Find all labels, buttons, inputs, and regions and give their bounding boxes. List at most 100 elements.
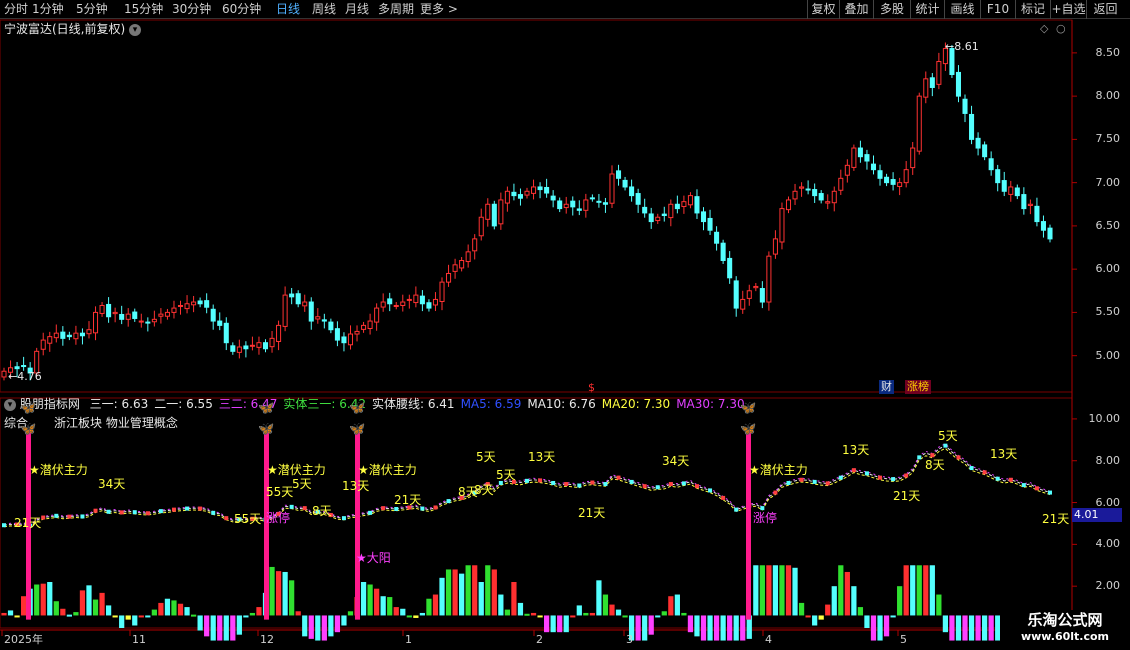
histogram-bar (517, 602, 524, 616)
indicator-value: 二一: 6.55 (154, 397, 213, 411)
main-y-tick-label: 8.50 (1095, 45, 1121, 59)
candle-body (380, 301, 386, 308)
indicator-value: 三一: 6.63 (89, 397, 149, 411)
chevron-down-icon[interactable]: ▾ (129, 23, 142, 36)
histogram-bar (524, 613, 530, 616)
main-y-tick-label: 8.00 (1095, 89, 1121, 103)
candle-body (720, 242, 726, 262)
day-count-label: 13天 (990, 447, 1018, 462)
histogram-bar (230, 615, 236, 641)
ind-line-yellow (3, 447, 1051, 528)
histogram-bar (792, 567, 798, 616)
period-tab-4[interactable]: 30分钟 (172, 2, 211, 17)
main-y-tick-label: 7.00 (1095, 175, 1121, 189)
ind-mini-candle (734, 507, 739, 512)
period-tab-3[interactable]: 15分钟 (124, 2, 163, 17)
butterfly-icon: 🦋 (258, 422, 275, 438)
toolbar-button-0[interactable]: 复权 (807, 0, 839, 19)
histogram-bar (465, 565, 471, 616)
period-tab-8[interactable]: 月线 (345, 2, 369, 17)
butterfly-icon: 🦋 (349, 422, 366, 438)
histogram-bar (740, 615, 746, 641)
indicator-value: MA10: 6.76 (527, 397, 596, 411)
candle-body (92, 311, 99, 334)
ind-mini-candle (171, 507, 176, 512)
toolbar-button-3[interactable]: 统计 (910, 0, 944, 19)
candle-body (171, 307, 177, 313)
period-tab-7[interactable]: 周线 (312, 2, 336, 17)
histogram-bar (92, 599, 99, 616)
candle-body (354, 330, 360, 335)
histogram-bar (563, 615, 569, 633)
stock-title[interactable]: 宁波富达(日线,前复权) ▾ (4, 22, 142, 36)
current-value-badge: 4.01 (1072, 508, 1122, 522)
ind-mini-candle (158, 509, 163, 514)
candle-body (740, 298, 746, 310)
candle-body (851, 147, 857, 168)
toolbar-button-8[interactable]: 返回 (1086, 0, 1124, 19)
candle-body (583, 199, 589, 211)
settings-circle-icon[interactable]: ○ (1056, 22, 1066, 36)
candle-body (975, 137, 981, 149)
toolbar-button-4[interactable]: 画线 (944, 0, 980, 19)
limit-up-rank-marker[interactable]: 涨榜 (905, 380, 931, 394)
histogram-bar (727, 615, 733, 641)
candle-body (524, 190, 530, 196)
histogram-bar (7, 610, 14, 616)
histogram-bar (20, 596, 27, 616)
toolbar-button-1[interactable]: 叠加 (839, 0, 873, 19)
ind-mini-candle (145, 511, 150, 516)
finance-marker[interactable]: 财 (879, 380, 894, 394)
butterfly-icon: 🦋 (20, 401, 37, 417)
signal-label: ★潜伏主力 (29, 462, 88, 477)
main-y-tick-label: 6.00 (1095, 262, 1121, 276)
candle-body (249, 344, 255, 347)
candle-body (936, 61, 942, 85)
histogram-bar (393, 607, 399, 616)
histogram-bar (609, 604, 615, 616)
histogram-bar (870, 615, 877, 641)
histogram-bar (864, 615, 870, 628)
period-tab-10[interactable]: 更多 > (420, 2, 458, 17)
candle-body (727, 257, 733, 279)
candle-body (269, 337, 275, 348)
candle-body (825, 201, 831, 204)
diamond-icon[interactable]: ◇ (1040, 22, 1048, 36)
candle-body (694, 196, 700, 214)
histogram-bar (825, 604, 831, 616)
period-tab-9[interactable]: 多周期 (378, 2, 414, 17)
period-tab-1[interactable]: 1分钟 (32, 2, 64, 17)
day-count-label: 13天 (528, 449, 556, 464)
ind-mini-candle (838, 475, 843, 480)
histogram-bar (40, 583, 46, 616)
candle-body (969, 113, 975, 140)
ind-mini-candle (799, 477, 804, 482)
toolbar-button-7[interactable]: +自选 (1050, 0, 1086, 19)
ind-y-tick-label: 10.00 (1088, 411, 1121, 425)
histogram-bar (622, 615, 628, 618)
toolbar-button-6[interactable]: 标记 (1015, 0, 1050, 19)
candle-body (308, 301, 314, 322)
candle-body (622, 179, 628, 188)
ind-mini-candle (956, 455, 961, 460)
chevron-down-icon[interactable]: ▾ (4, 398, 16, 411)
period-tab-0[interactable]: 分时 (4, 2, 28, 17)
candle-body (164, 311, 170, 317)
candle-body (857, 147, 863, 158)
histogram-bar (73, 612, 79, 616)
period-tab-5[interactable]: 60分钟 (222, 2, 261, 17)
ind-mini-candle (721, 495, 726, 500)
histogram-bar (713, 615, 720, 641)
indicator-value: MA5: 6.59 (460, 397, 522, 411)
period-tab-6[interactable]: 日线 (276, 2, 300, 17)
ind-mini-candle (67, 514, 72, 519)
toolbar-button-5[interactable]: F10 (980, 0, 1015, 19)
histogram-bar (962, 615, 968, 641)
toolbar-button-2[interactable]: 多股 (873, 0, 910, 19)
period-tab-2[interactable]: 5分钟 (76, 2, 108, 17)
candle-body (799, 186, 805, 189)
candle-body (884, 176, 890, 184)
dollar-marker[interactable]: $ (588, 381, 595, 395)
signal-pillar (355, 429, 360, 620)
day-count-label: 21天 (394, 493, 422, 508)
